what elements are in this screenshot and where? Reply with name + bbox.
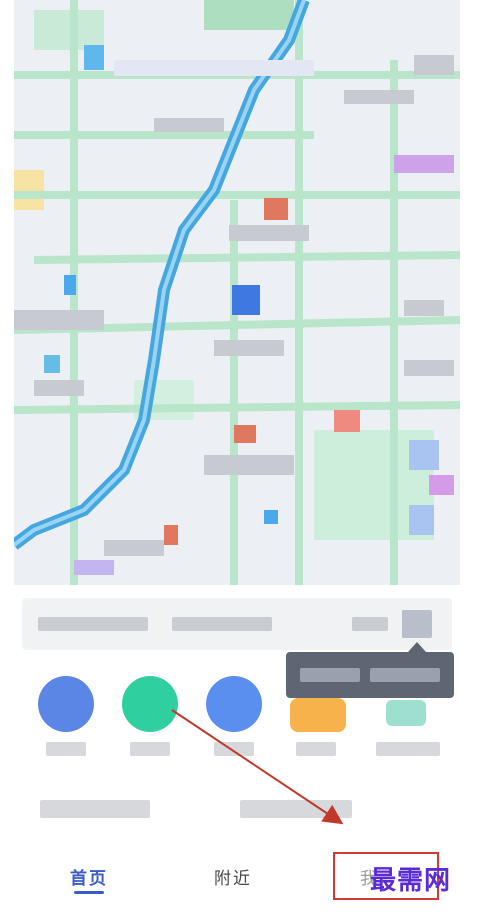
nav-tab-home-indicator	[74, 891, 104, 894]
more-icon[interactable]	[386, 700, 426, 726]
watermark-text: 最需网	[370, 866, 452, 896]
map-canvas	[14, 0, 460, 585]
tooltip-arrow	[408, 642, 426, 652]
map-view[interactable]	[14, 0, 460, 585]
bus-icon[interactable]	[38, 676, 94, 732]
panel-row-blurred	[240, 800, 352, 818]
search-bar-text-blurred-3	[352, 617, 388, 631]
ride-icon[interactable]	[122, 676, 178, 732]
search-bar[interactable]	[22, 598, 452, 650]
search-bar-text-blurred	[38, 617, 148, 631]
panel-row-blurred	[40, 800, 150, 818]
tooltip-blurred	[286, 642, 454, 698]
subway-icon[interactable]	[206, 676, 262, 732]
shortcut-label-blurred	[130, 742, 170, 756]
nav-tab-nearby[interactable]: 附近	[214, 864, 252, 889]
search-bar-text-blurred-2	[172, 617, 272, 631]
shortcut-label-blurred	[214, 742, 254, 756]
food-icon[interactable]	[290, 698, 346, 732]
shortcut-label-blurred	[376, 742, 440, 756]
shortcut-label-blurred	[46, 742, 86, 756]
shortcut-label-blurred	[296, 742, 336, 756]
nav-tab-home[interactable]: 首页	[70, 864, 108, 889]
voice-icon[interactable]	[402, 610, 432, 638]
